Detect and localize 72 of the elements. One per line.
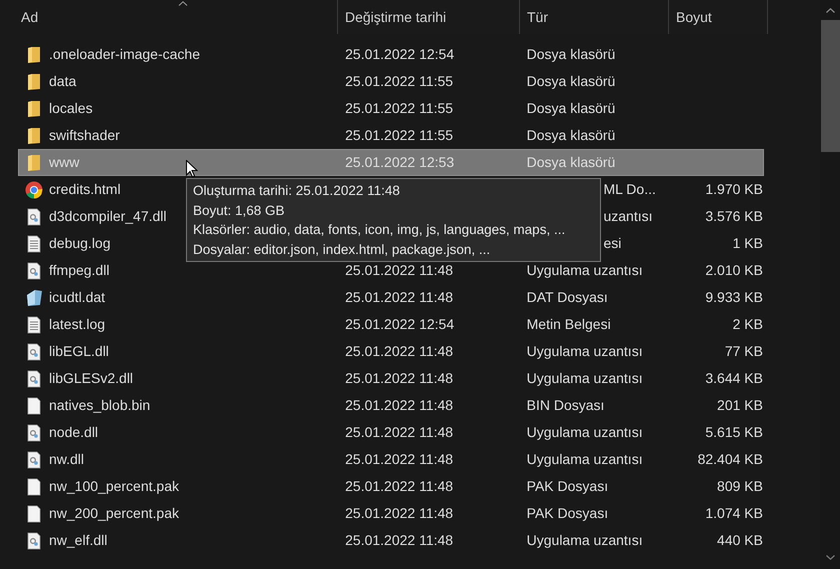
modified-date: 25.01.2022 11:48 (345, 343, 454, 359)
file-name: data (49, 72, 76, 91)
file-size: 5.615 KB (705, 423, 763, 442)
file-size: 3.644 KB (705, 369, 763, 388)
file-name: .oneloader-image-cache (49, 45, 200, 64)
file-name: ffmpeg.dll (49, 261, 110, 280)
file-type: Uygulama uzantısı (526, 343, 643, 359)
file-name: credits.html (49, 180, 121, 199)
modified-date: 25.01.2022 11:48 (345, 370, 454, 386)
file-size: 9.933 KB (705, 288, 763, 307)
file-size: 2.010 KB (705, 261, 763, 280)
file-type: Dosya klasörü (526, 73, 616, 89)
modified-date: 25.01.2022 11:48 (345, 424, 454, 440)
modified-date: 25.01.2022 11:48 (345, 532, 454, 548)
tooltip-line: Boyut: 1,68 GB (193, 202, 286, 220)
file-name: natives_blob.bin (49, 396, 150, 415)
modified-date: 25.01.2022 11:55 (345, 73, 454, 89)
file-type: Dosya klasörü (526, 100, 616, 116)
file-type: Metin Belgesi (526, 316, 611, 332)
file-type: DAT Dosyası (526, 289, 608, 305)
modified-date: 25.01.2022 11:55 (345, 127, 454, 143)
modified-date: 25.01.2022 12:54 (345, 46, 454, 62)
file-name: swiftshader (49, 126, 120, 145)
file-name: nw_100_percent.pak (49, 477, 179, 496)
file-size: 1.970 KB (705, 180, 763, 199)
file-size: 3.576 KB (705, 207, 763, 226)
tooltip-line: Klasörler: audio, data, fonts, icon, img, js, languages, maps, ... (193, 221, 566, 239)
file-size: 1.074 KB (705, 504, 763, 523)
file-type: Uygulama uzantısı (526, 451, 643, 467)
file-name: latest.log (49, 315, 106, 334)
modified-date: 25.01.2022 11:48 (345, 451, 454, 467)
file-type: Uygulama uzantısı (526, 370, 643, 386)
file-size: 201 KB (717, 396, 763, 415)
modified-date: 25.01.2022 11:48 (345, 505, 454, 521)
file-type: PAK Dosyası (526, 478, 608, 494)
file-size: 82.404 KB (698, 450, 763, 469)
file-name: nw_elf.dll (49, 531, 108, 550)
file-type: uzantısı (603, 208, 653, 224)
file-size: 440 KB (717, 531, 763, 550)
file-name: libEGL.dll (49, 342, 109, 361)
file-name: node.dll (49, 423, 98, 442)
tooltip-line: Oluşturma tarihi: 25.01.2022 11:48 (193, 182, 401, 200)
file-size: 2 KB (732, 315, 763, 334)
file-name: d3dcompiler_47.dll (49, 207, 167, 226)
modified-date: 25.01.2022 11:48 (345, 262, 454, 278)
file-type: ML Do... (603, 181, 656, 197)
modified-date: 25.01.2022 11:48 (345, 397, 454, 413)
file-name: libGLESv2.dll (49, 369, 134, 388)
modified-date: 25.01.2022 12:54 (345, 316, 454, 332)
file-name: nw.dll (49, 450, 84, 469)
tooltip-line: Dosyalar: editor.json, index.html, package.json, ... (193, 240, 492, 259)
file-type: Uygulama uzantısı (526, 424, 643, 440)
file-type: Uygulama uzantısı (526, 262, 643, 278)
modified-date: 25.01.2022 11:48 (345, 478, 454, 494)
file-name: locales (49, 99, 93, 118)
file-type: Dosya klasörü (526, 154, 616, 170)
file-type: Dosya klasörü (526, 127, 616, 143)
file-type: PAK Dosyası (526, 505, 608, 521)
modified-date: 25.01.2022 11:48 (345, 289, 454, 305)
file-name: icudtl.dat (49, 288, 106, 307)
file-size: 1 KB (732, 234, 763, 253)
file-name: www (49, 153, 80, 172)
file-type: BIN Dosyası (526, 397, 604, 413)
file-size: 77 KB (724, 342, 763, 361)
modified-date: 25.01.2022 12:53 (345, 154, 454, 170)
file-name: debug.log (49, 234, 111, 253)
file-size: 809 KB (717, 477, 763, 496)
file-type: esi (603, 235, 622, 251)
file-name: nw_200_percent.pak (49, 504, 179, 523)
modified-date: 25.01.2022 11:55 (345, 100, 454, 116)
file-type: Uygulama uzantısı (526, 532, 643, 548)
file-type: Dosya klasörü (526, 46, 616, 62)
